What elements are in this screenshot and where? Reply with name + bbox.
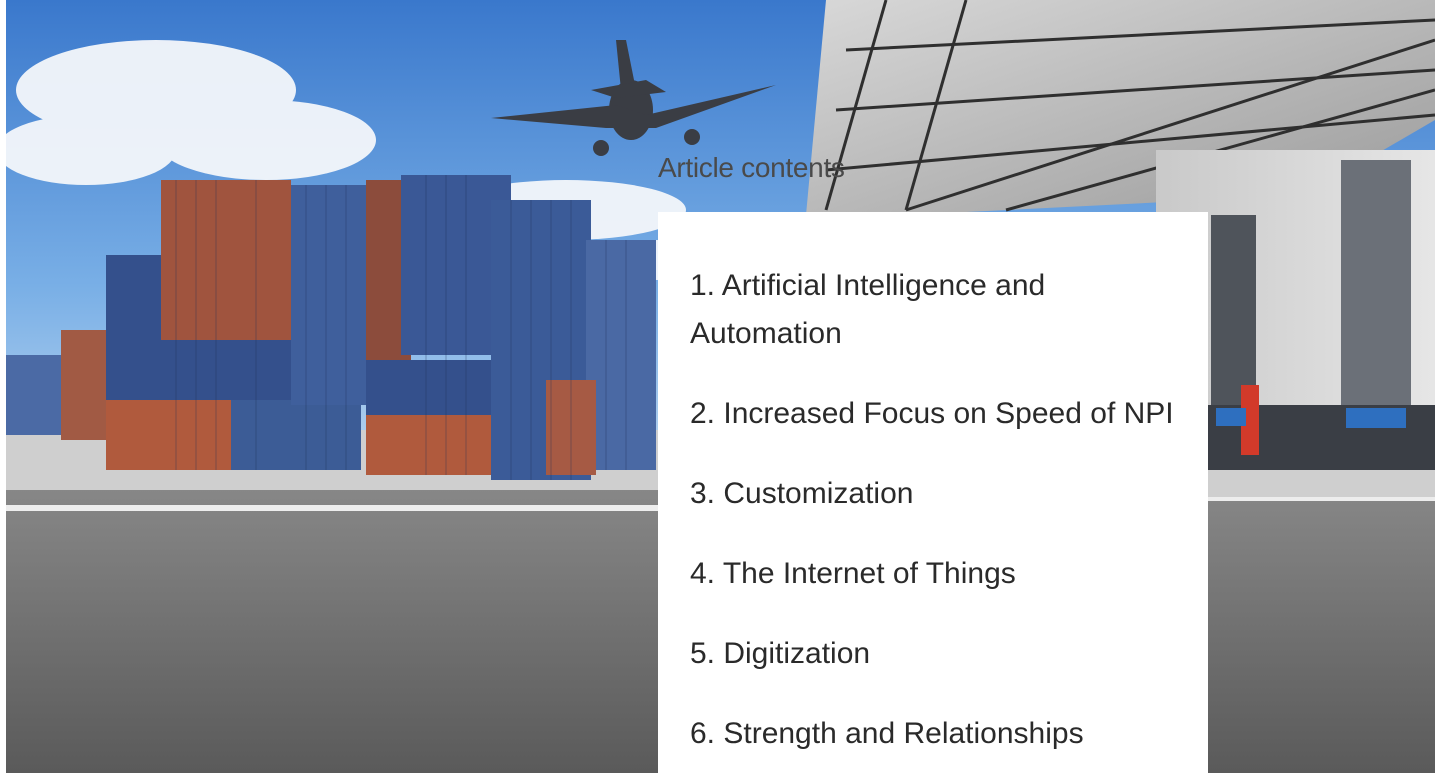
page: Article contents 1. Artificial Intellige… (0, 0, 1435, 773)
article-contents-heading: Article contents (658, 152, 845, 183)
article-contents-list: 1. Artificial Intelligence and Automatio… (690, 262, 1176, 758)
toc-link-speed-of-npi[interactable]: 2. Increased Focus on Speed of NPI (690, 390, 1176, 438)
toc-link-internet-of-things[interactable]: 4. The Internet of Things (690, 550, 1176, 598)
article-contents-panel: 1. Artificial Intelligence and Automatio… (658, 212, 1208, 773)
toc-link-digitization[interactable]: 5. Digitization (690, 630, 1176, 678)
toc-link-ai-automation[interactable]: 1. Artificial Intelligence and Automatio… (690, 262, 1176, 358)
toc-link-strength-relationships[interactable]: 6. Strength and Relationships (690, 710, 1176, 758)
toc-link-customization[interactable]: 3. Customization (690, 470, 1176, 518)
